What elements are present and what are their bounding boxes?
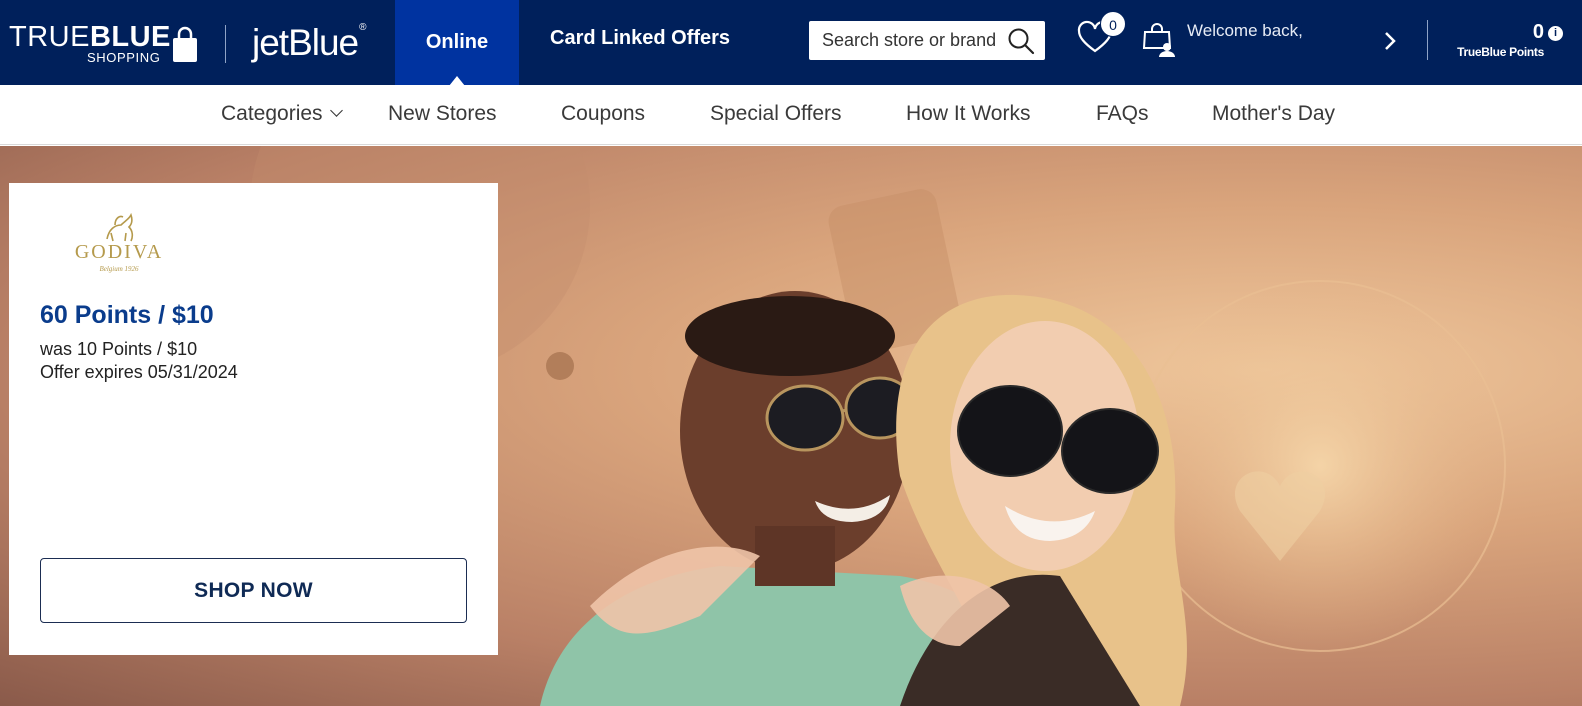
welcome-message: Welcome back, bbox=[1187, 21, 1303, 40]
offer-headline: 60 Points / $10 bbox=[40, 301, 214, 329]
tab-card-linked-offers[interactable]: Card Linked Offers bbox=[550, 27, 730, 50]
godiva-wordmark: GODIVA bbox=[74, 241, 164, 263]
info-icon[interactable]: i bbox=[1548, 26, 1563, 41]
points-label: TrueBlue Points bbox=[1457, 45, 1544, 59]
trueblue-shopping-logo[interactable]: TRUEBLUE SHOPPING bbox=[9, 20, 209, 68]
shopping-bag-icon bbox=[173, 26, 197, 62]
favorites-count-badge: 0 bbox=[1100, 11, 1126, 37]
nav-categories[interactable]: Categories bbox=[221, 102, 343, 126]
category-nav: Categories New Stores Coupons Special Of… bbox=[0, 85, 1582, 145]
points-balance: 0 bbox=[1532, 21, 1544, 43]
nav-faqs[interactable]: FAQs bbox=[1096, 102, 1149, 126]
nav-how-it-works[interactable]: How It Works bbox=[906, 102, 1030, 126]
chevron-down-icon bbox=[329, 104, 343, 117]
search-icon[interactable] bbox=[1007, 27, 1035, 55]
horse-rider-logo-icon bbox=[106, 212, 134, 242]
header-divider bbox=[225, 25, 226, 63]
tab-online-label: Online bbox=[425, 31, 489, 53]
header-divider bbox=[1427, 20, 1428, 60]
nav-special-offers[interactable]: Special Offers bbox=[710, 102, 842, 126]
nav-mothers-day[interactable]: Mother's Day bbox=[1212, 102, 1335, 126]
nav-categories-label: Categories bbox=[221, 102, 323, 125]
search-box bbox=[809, 21, 1045, 60]
top-header: TRUEBLUE SHOPPING jetBlue® Online Card L… bbox=[0, 0, 1582, 86]
tab-online[interactable]: Online bbox=[395, 0, 519, 86]
offer-previous-rate: was 10 Points / $10 bbox=[40, 339, 198, 359]
shop-now-button[interactable]: SHOP NOW bbox=[40, 558, 467, 623]
godiva-tagline: Belgium 1926 bbox=[99, 265, 139, 273]
trueblue-wordmark: TRUEBLUE bbox=[9, 21, 171, 53]
account-bag-user-icon[interactable] bbox=[1142, 22, 1178, 58]
nav-coupons[interactable]: Coupons bbox=[561, 102, 645, 126]
hero-banner[interactable]: GODIVA Belgium 1926 60 Points / $10 was … bbox=[0, 146, 1582, 706]
chevron-right-icon[interactable] bbox=[1381, 30, 1399, 52]
offer-expiration: Offer expires 05/31/2024 bbox=[40, 362, 238, 382]
nav-new-stores[interactable]: New Stores bbox=[388, 102, 497, 126]
shopping-label: SHOPPING bbox=[87, 50, 161, 65]
jetblue-logo[interactable]: jetBlue® bbox=[252, 22, 367, 64]
search-input[interactable] bbox=[809, 21, 999, 60]
offer-card: GODIVA Belgium 1926 60 Points / $10 was … bbox=[9, 183, 498, 655]
godiva-logo[interactable]: GODIVA Belgium 1926 bbox=[69, 211, 169, 277]
